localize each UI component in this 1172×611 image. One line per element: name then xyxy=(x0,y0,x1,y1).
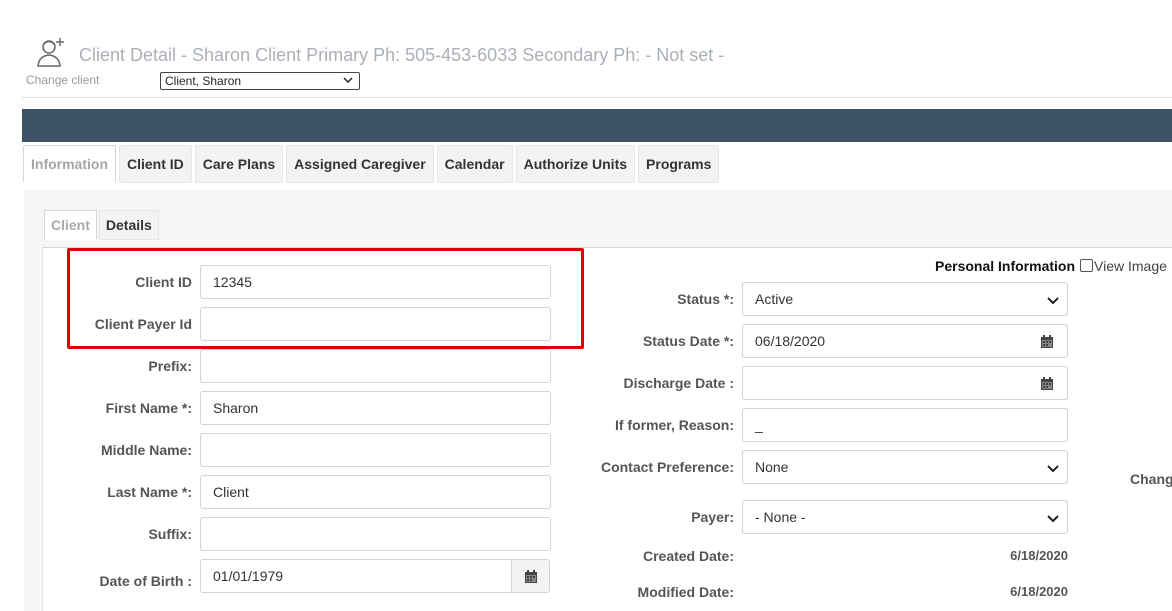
status-date-value: 06/18/2020 xyxy=(755,333,826,349)
discharge-date-input[interactable] xyxy=(742,366,1068,400)
status-date-input[interactable]: 06/18/2020 xyxy=(742,324,1068,358)
tab-calendar[interactable]: Calendar xyxy=(436,145,513,183)
tab-client-id[interactable]: Client ID xyxy=(119,145,192,183)
subtab-client[interactable]: Client xyxy=(44,210,97,240)
status-date-label: Status Date *: xyxy=(642,333,734,349)
tab-programs[interactable]: Programs xyxy=(638,145,720,183)
first-name-label: First Name *: xyxy=(105,400,192,416)
status-select-value: Active xyxy=(755,291,794,307)
dob-calendar-button[interactable] xyxy=(511,559,550,593)
payer-label: Payer: xyxy=(691,509,734,525)
calendar-icon xyxy=(525,570,537,583)
page-header: Client Detail - Sharon Client Primary Ph… xyxy=(22,0,1172,98)
nav-bar xyxy=(22,109,1172,142)
sub-tabs: Client Details xyxy=(44,210,159,240)
last-name-label: Last Name *: xyxy=(107,484,192,500)
checkbox-icon xyxy=(1080,259,1093,272)
suffix-label: Suffix: xyxy=(148,526,192,542)
created-date-label: Created Date: xyxy=(642,548,734,564)
discharge-date-label: Discharge Date : xyxy=(623,375,734,391)
calendar-icon[interactable] xyxy=(1041,335,1053,348)
status-select[interactable]: Active xyxy=(742,282,1068,316)
prefix-label: Prefix: xyxy=(148,358,192,374)
first-name-input[interactable]: Sharon xyxy=(200,391,551,425)
payer-select-value: - None - xyxy=(755,509,806,525)
calendar-icon[interactable] xyxy=(1041,377,1053,390)
chevron-down-icon xyxy=(343,77,353,84)
change-client-label: Change client xyxy=(26,73,100,87)
contact-preference-select[interactable]: None xyxy=(742,450,1068,484)
tab-authorize-units[interactable]: Authorize Units xyxy=(515,145,636,183)
suffix-input[interactable] xyxy=(200,517,551,551)
modified-date-value: 6/18/2020 xyxy=(1010,584,1068,599)
view-image-checkbox[interactable]: View Image xyxy=(1080,258,1167,274)
chevron-down-icon xyxy=(1047,515,1059,523)
change-client-select[interactable]: Client, Sharon xyxy=(160,72,360,90)
contact-preference-label: Contact Preference: xyxy=(600,459,734,475)
change-link[interactable]: Chang xyxy=(1130,471,1172,487)
tab-care-plans[interactable]: Care Plans xyxy=(194,145,284,183)
personal-information-title: Personal Information xyxy=(935,258,1076,274)
chevron-down-icon xyxy=(1047,297,1059,305)
page-title: Client Detail - Sharon Client Primary Ph… xyxy=(79,45,725,65)
modified-date-label: Modified Date: xyxy=(637,584,734,600)
subtab-details[interactable]: Details xyxy=(98,210,159,240)
main-tabs: Information Client ID Care Plans Assigne… xyxy=(23,145,720,183)
tab-assigned-caregiver[interactable]: Assigned Caregiver xyxy=(286,145,434,183)
highlight-annotation xyxy=(67,248,584,349)
middle-name-input[interactable] xyxy=(200,433,551,467)
if-former-reason-input[interactable]: _ xyxy=(742,408,1068,442)
user-add-icon xyxy=(37,38,64,67)
middle-name-label: Middle Name: xyxy=(100,442,192,458)
if-former-reason-label: If former, Reason: xyxy=(614,417,734,433)
dob-label: Date of Birth : xyxy=(99,573,192,589)
prefix-input[interactable] xyxy=(200,349,551,383)
chevron-down-icon xyxy=(1047,465,1059,473)
change-client-select-value: Client, Sharon xyxy=(165,74,242,88)
view-image-label: View Image xyxy=(1094,258,1167,274)
last-name-input[interactable]: Client xyxy=(200,475,551,509)
created-date-value: 6/18/2020 xyxy=(1010,548,1068,563)
contact-preference-value: None xyxy=(755,459,789,475)
payer-select[interactable]: - None - xyxy=(742,500,1068,534)
tab-information[interactable]: Information xyxy=(23,145,116,183)
status-label: Status *: xyxy=(677,291,734,307)
dob-input[interactable]: 01/01/1979 xyxy=(200,559,512,593)
